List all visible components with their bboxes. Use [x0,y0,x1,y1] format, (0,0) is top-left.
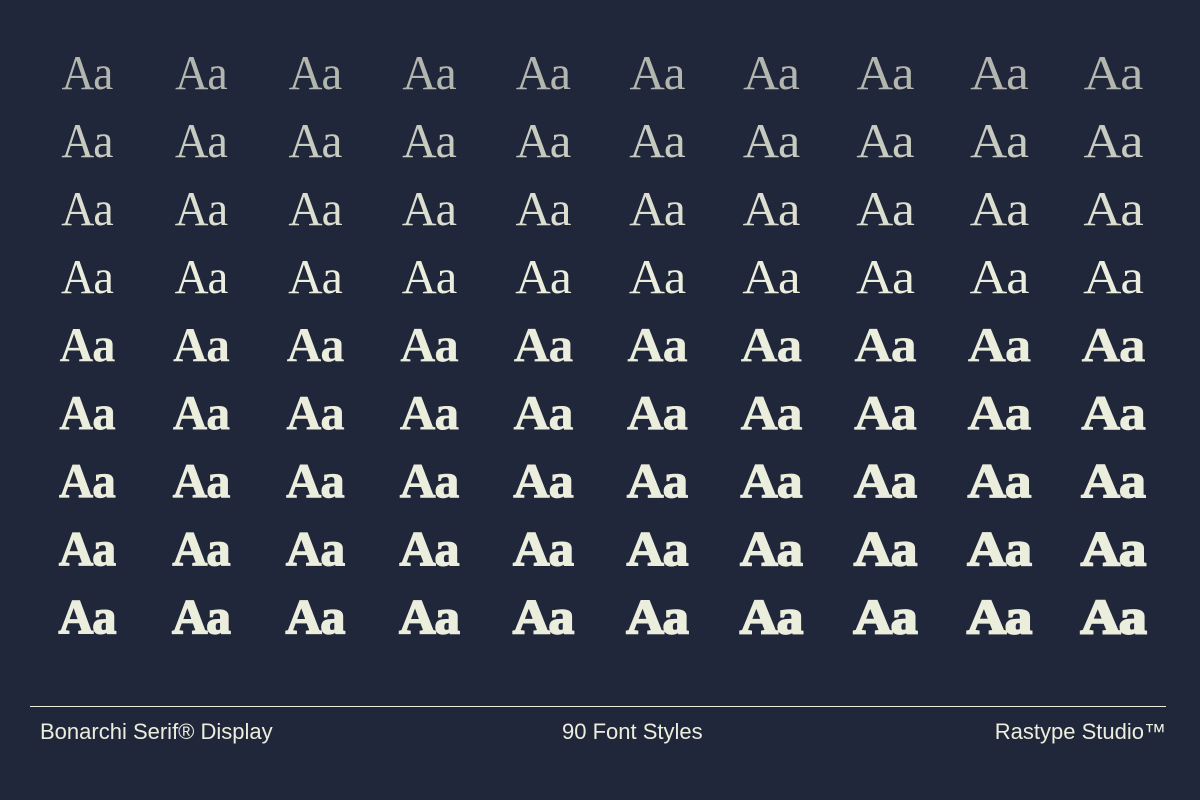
specimen-cell: Aa [853,520,919,576]
specimen-cell: Aa [513,316,574,372]
specimen-cell: Aa [515,112,572,168]
footer-divider [30,706,1166,707]
specimen-cell: Aa [740,452,804,508]
specimen-cell: Aa [174,180,228,236]
specimen-cell: Aa [173,316,230,372]
specimen-cell: Aa [966,520,1033,576]
specimen-cell: Aa [286,452,346,508]
specimen-cell: Aa [513,452,575,508]
specimen-cell: Aa [61,44,114,100]
specimen-cell: Aa [402,112,457,168]
specimen-cell: Aa [967,384,1032,440]
specimen-grid: Aa Aa Aa Aa Aa Aa Aa Aa Aa Aa Aa Aa Aa Aa Aa Aa Aa Aa Aa Aa… [30,38,1170,650]
specimen-cell: Aa [856,248,915,304]
specimen-cell: Aa [58,520,116,576]
specimen-cell: Aa [856,180,915,236]
specimen-cell: Aa [401,180,457,236]
specimen-cell: Aa [856,44,915,100]
specimen-cell: Aa [739,520,804,576]
specimen-cell: Aa [969,112,1029,168]
specimen-cell: Aa [1081,316,1146,372]
specimen-cell: Aa [1081,384,1147,440]
specimen-cell: Aa [288,112,343,168]
specimen-cell: Aa [627,384,689,440]
specimen-cell: Aa [626,520,690,576]
specimen-cell: Aa [856,112,914,168]
specimen-cell: Aa [399,520,460,576]
specimen-cell: Aa [286,316,345,372]
specimen-cell: Aa [1083,112,1144,168]
specimen-cell: Aa [515,44,571,100]
specimen-cell: Aa [59,452,117,508]
specimen-cell: Aa [174,112,228,168]
font-name-label: Bonarchi Serif® Display [40,719,273,744]
specimen-cell: Aa [288,180,342,236]
specimen-cell: Aa [171,588,231,644]
specimen-cell: Aa [742,248,800,304]
specimen-cell: Aa [515,180,572,236]
specimen-cell: Aa [285,520,345,576]
specimen-cell: Aa [629,44,685,100]
specimen-cell: Aa [172,452,231,508]
specimen-cell: Aa [1083,44,1144,100]
specimen-cell: Aa [629,180,686,236]
specimen-cell: Aa [175,44,228,100]
specimen-cell: Aa [1083,248,1144,304]
specimen-cell: Aa [854,384,918,440]
specimen-cell: Aa [285,588,346,644]
specimen-cell: Aa [172,520,231,576]
specimen-cell: Aa [629,112,685,168]
specimen-cell: Aa [742,180,801,236]
specimen-cell: Aa [59,316,115,372]
specimen-cell: Aa [288,248,343,304]
specimen-cell: Aa [969,180,1029,236]
specimen-cell: Aa [967,452,1033,508]
specimen-cell: Aa [853,452,918,508]
specimen-cell: Aa [512,520,575,576]
specimen-cell: Aa [400,316,459,372]
specimen-cell: Aa [967,316,1032,372]
specimen-cell: Aa [1083,180,1143,236]
specimen-cell: Aa [402,44,456,100]
specimen-cell: Aa [59,384,116,440]
specimen-cell: Aa [61,180,113,236]
specimen-cell: Aa [739,588,804,644]
specimen-cell: Aa [398,588,460,644]
specimen-cell: Aa [1080,452,1147,508]
specimen-cell: Aa [740,384,803,440]
specimen-cell: Aa [512,588,575,644]
specimen-cell: Aa [515,248,571,304]
specimen-cell: Aa [288,44,342,100]
specimen-cell: Aa [61,112,113,168]
specimen-cell: Aa [628,248,686,304]
specimen-cell: Aa [1079,588,1148,644]
specimen-cell: Aa [399,452,460,508]
specimen-cell: Aa [286,384,345,440]
specimen-cell: Aa [627,316,688,372]
specimen-cell: Aa [854,316,917,372]
specimen-cell: Aa [1080,520,1148,576]
specimen-cell: Aa [743,44,800,100]
specimen-cell: Aa [60,248,114,304]
specimen-cell: Aa [399,384,460,440]
specimen-cell: Aa [969,248,1030,304]
style-count-label: 90 Font Styles [562,719,703,744]
specimen-cell: Aa [966,588,1034,644]
specimen-cell: Aa [174,248,229,304]
specimen-cell: Aa [513,384,574,440]
specimen-cell: Aa [625,588,689,644]
specimen-cell: Aa [742,112,800,168]
specimen-cell: Aa [970,44,1029,100]
specimen-cell: Aa [740,316,803,372]
specimen-cell: Aa [401,248,458,304]
specimen-cell: Aa [58,588,117,644]
studio-label: Rastype Studio™ [994,719,1166,744]
specimen-cell: Aa [852,588,919,644]
specimen-cell: Aa [626,452,689,508]
specimen-cell: Aa [172,384,231,440]
